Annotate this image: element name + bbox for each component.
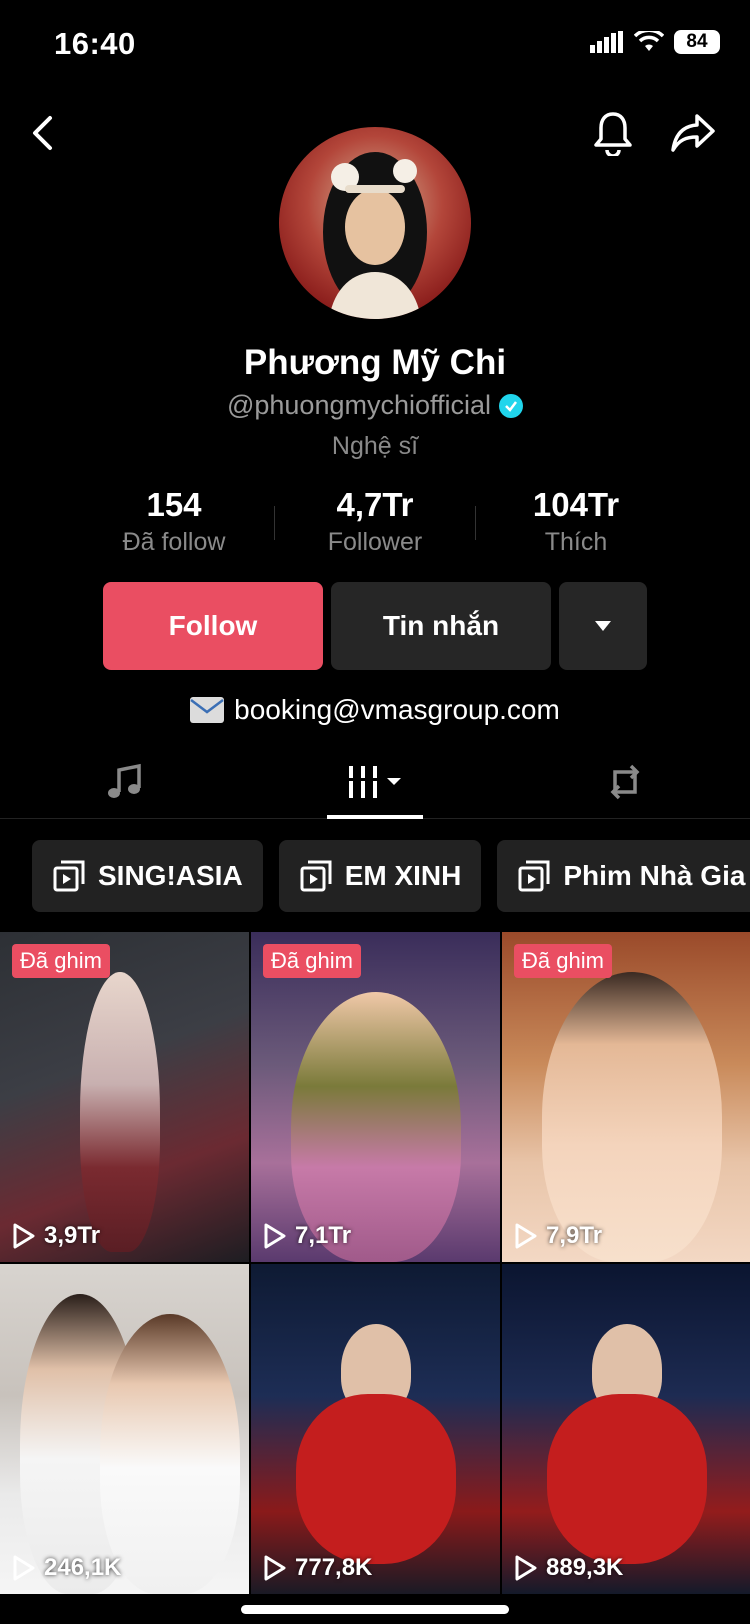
stat-following[interactable]: 154 Đã follow <box>74 486 274 557</box>
back-button[interactable] <box>18 108 68 158</box>
stat-followers[interactable]: 4,7Tr Follower <box>275 486 475 557</box>
video-tile[interactable]: 246,1K <box>0 1264 249 1594</box>
view-count-value: 246,1K <box>44 1554 122 1581</box>
share-arrow-icon <box>671 114 715 152</box>
playlist-chip-label: SING!ASIA <box>98 860 243 891</box>
status-time: 16:40 <box>54 26 136 61</box>
playlist-chip-label: EM XINH <box>344 860 462 891</box>
play-icon <box>13 1555 35 1581</box>
status-icons: 84 <box>590 30 720 54</box>
play-icon <box>515 1223 537 1249</box>
notification-button[interactable] <box>588 108 638 158</box>
bio-email-text[interactable]: booking@vmasgroup.com <box>234 694 560 726</box>
suggested-accounts-button[interactable] <box>559 582 647 670</box>
play-icon <box>264 1223 286 1249</box>
stat-likes[interactable]: 104Tr Thích <box>476 486 676 557</box>
profile-display-name: Phương Mỹ Chi <box>243 343 507 382</box>
play-icon <box>13 1223 35 1249</box>
play-icon <box>515 1555 537 1581</box>
playlist-icon <box>300 860 332 892</box>
playlist-chip[interactable]: SING!ASIA <box>32 840 263 912</box>
email-icon <box>190 697 225 723</box>
stat-followers-value: 4,7Tr <box>336 486 414 523</box>
pinned-badge: Đã ghim <box>12 944 110 978</box>
tab-music[interactable] <box>0 745 250 818</box>
stat-followers-label: Follower <box>327 528 423 556</box>
status-bar: 16:40 84 <box>0 0 750 90</box>
video-tile[interactable]: 889,3K <box>502 1264 750 1594</box>
pinned-badge: Đã ghim <box>514 944 612 978</box>
video-grid-icon <box>349 765 401 798</box>
view-count: 777,8K <box>263 1554 372 1582</box>
view-count: 889,3K <box>514 1554 623 1582</box>
playlist-chip[interactable]: EM XINH <box>278 840 482 912</box>
view-count-value: 777,8K <box>295 1554 373 1581</box>
tab-reposts[interactable] <box>500 745 750 818</box>
message-button[interactable]: Tin nhắn <box>331 582 551 670</box>
bell-icon <box>594 112 632 156</box>
view-count: 246,1K <box>12 1554 121 1582</box>
cellular-signal-icon <box>590 31 623 53</box>
share-button[interactable] <box>668 108 718 158</box>
profile-handle: @phuongmychiofficial <box>226 390 492 420</box>
caret-down-icon <box>595 621 611 631</box>
battery-indicator: 84 <box>674 30 720 54</box>
profile-content-tabs <box>0 745 750 819</box>
view-count: 7,1Tr <box>263 1222 351 1250</box>
music-note-icon <box>108 763 141 798</box>
video-tile[interactable]: 777,8K <box>251 1264 500 1594</box>
home-indicator[interactable] <box>241 1605 509 1614</box>
verified-badge-icon <box>499 393 524 418</box>
view-count-value: 7,1Tr <box>295 1222 352 1249</box>
video-tile[interactable]: Đã ghim 3,9Tr <box>0 932 249 1262</box>
play-icon <box>264 1555 286 1581</box>
view-count-value: 7,9Tr <box>546 1222 603 1249</box>
playlist-icon <box>53 860 85 892</box>
view-count-value: 889,3K <box>546 1554 624 1581</box>
playlist-chip-label: Phim Nhà Gia Tiên <box>563 860 750 891</box>
wifi-icon <box>634 31 664 51</box>
view-count: 7,9Tr <box>514 1222 602 1250</box>
profile-category: Nghệ sĩ <box>331 432 419 460</box>
stat-likes-label: Thích <box>544 528 608 556</box>
profile-handle-row: @phuongmychiofficial <box>0 390 750 421</box>
follow-button[interactable]: Follow <box>103 582 323 670</box>
playlist-chips: SING!ASIA EM XINH Phim Nhà Gia Tiên <box>32 840 750 912</box>
repost-icon <box>610 764 640 799</box>
video-grid: Đã ghim 3,9Tr Đã ghim 7,1Tr Đã ghim 7,9T… <box>0 932 750 1594</box>
playlist-chip[interactable]: Phim Nhà Gia Tiên <box>497 840 750 912</box>
profile-stats: 154 Đã follow 4,7Tr Follower 104Tr Thích <box>0 486 750 557</box>
chevron-left-icon <box>33 116 52 150</box>
stat-following-value: 154 <box>146 486 202 523</box>
avatar-portrait-image <box>323 152 427 319</box>
view-count-value: 3,9Tr <box>44 1222 101 1249</box>
view-count: 3,9Tr <box>12 1222 100 1250</box>
stat-following-label: Đã follow <box>122 528 226 556</box>
video-tile[interactable]: Đã ghim 7,1Tr <box>251 932 500 1262</box>
profile-bio: booking@vmasgroup.com <box>0 694 750 726</box>
playlist-icon <box>518 860 550 892</box>
stat-likes-value: 104Tr <box>532 486 620 523</box>
tab-videos[interactable] <box>250 745 500 819</box>
video-tile[interactable]: Đã ghim 7,9Tr <box>502 932 750 1262</box>
profile-avatar[interactable] <box>279 127 471 319</box>
pinned-badge: Đã ghim <box>263 944 361 978</box>
